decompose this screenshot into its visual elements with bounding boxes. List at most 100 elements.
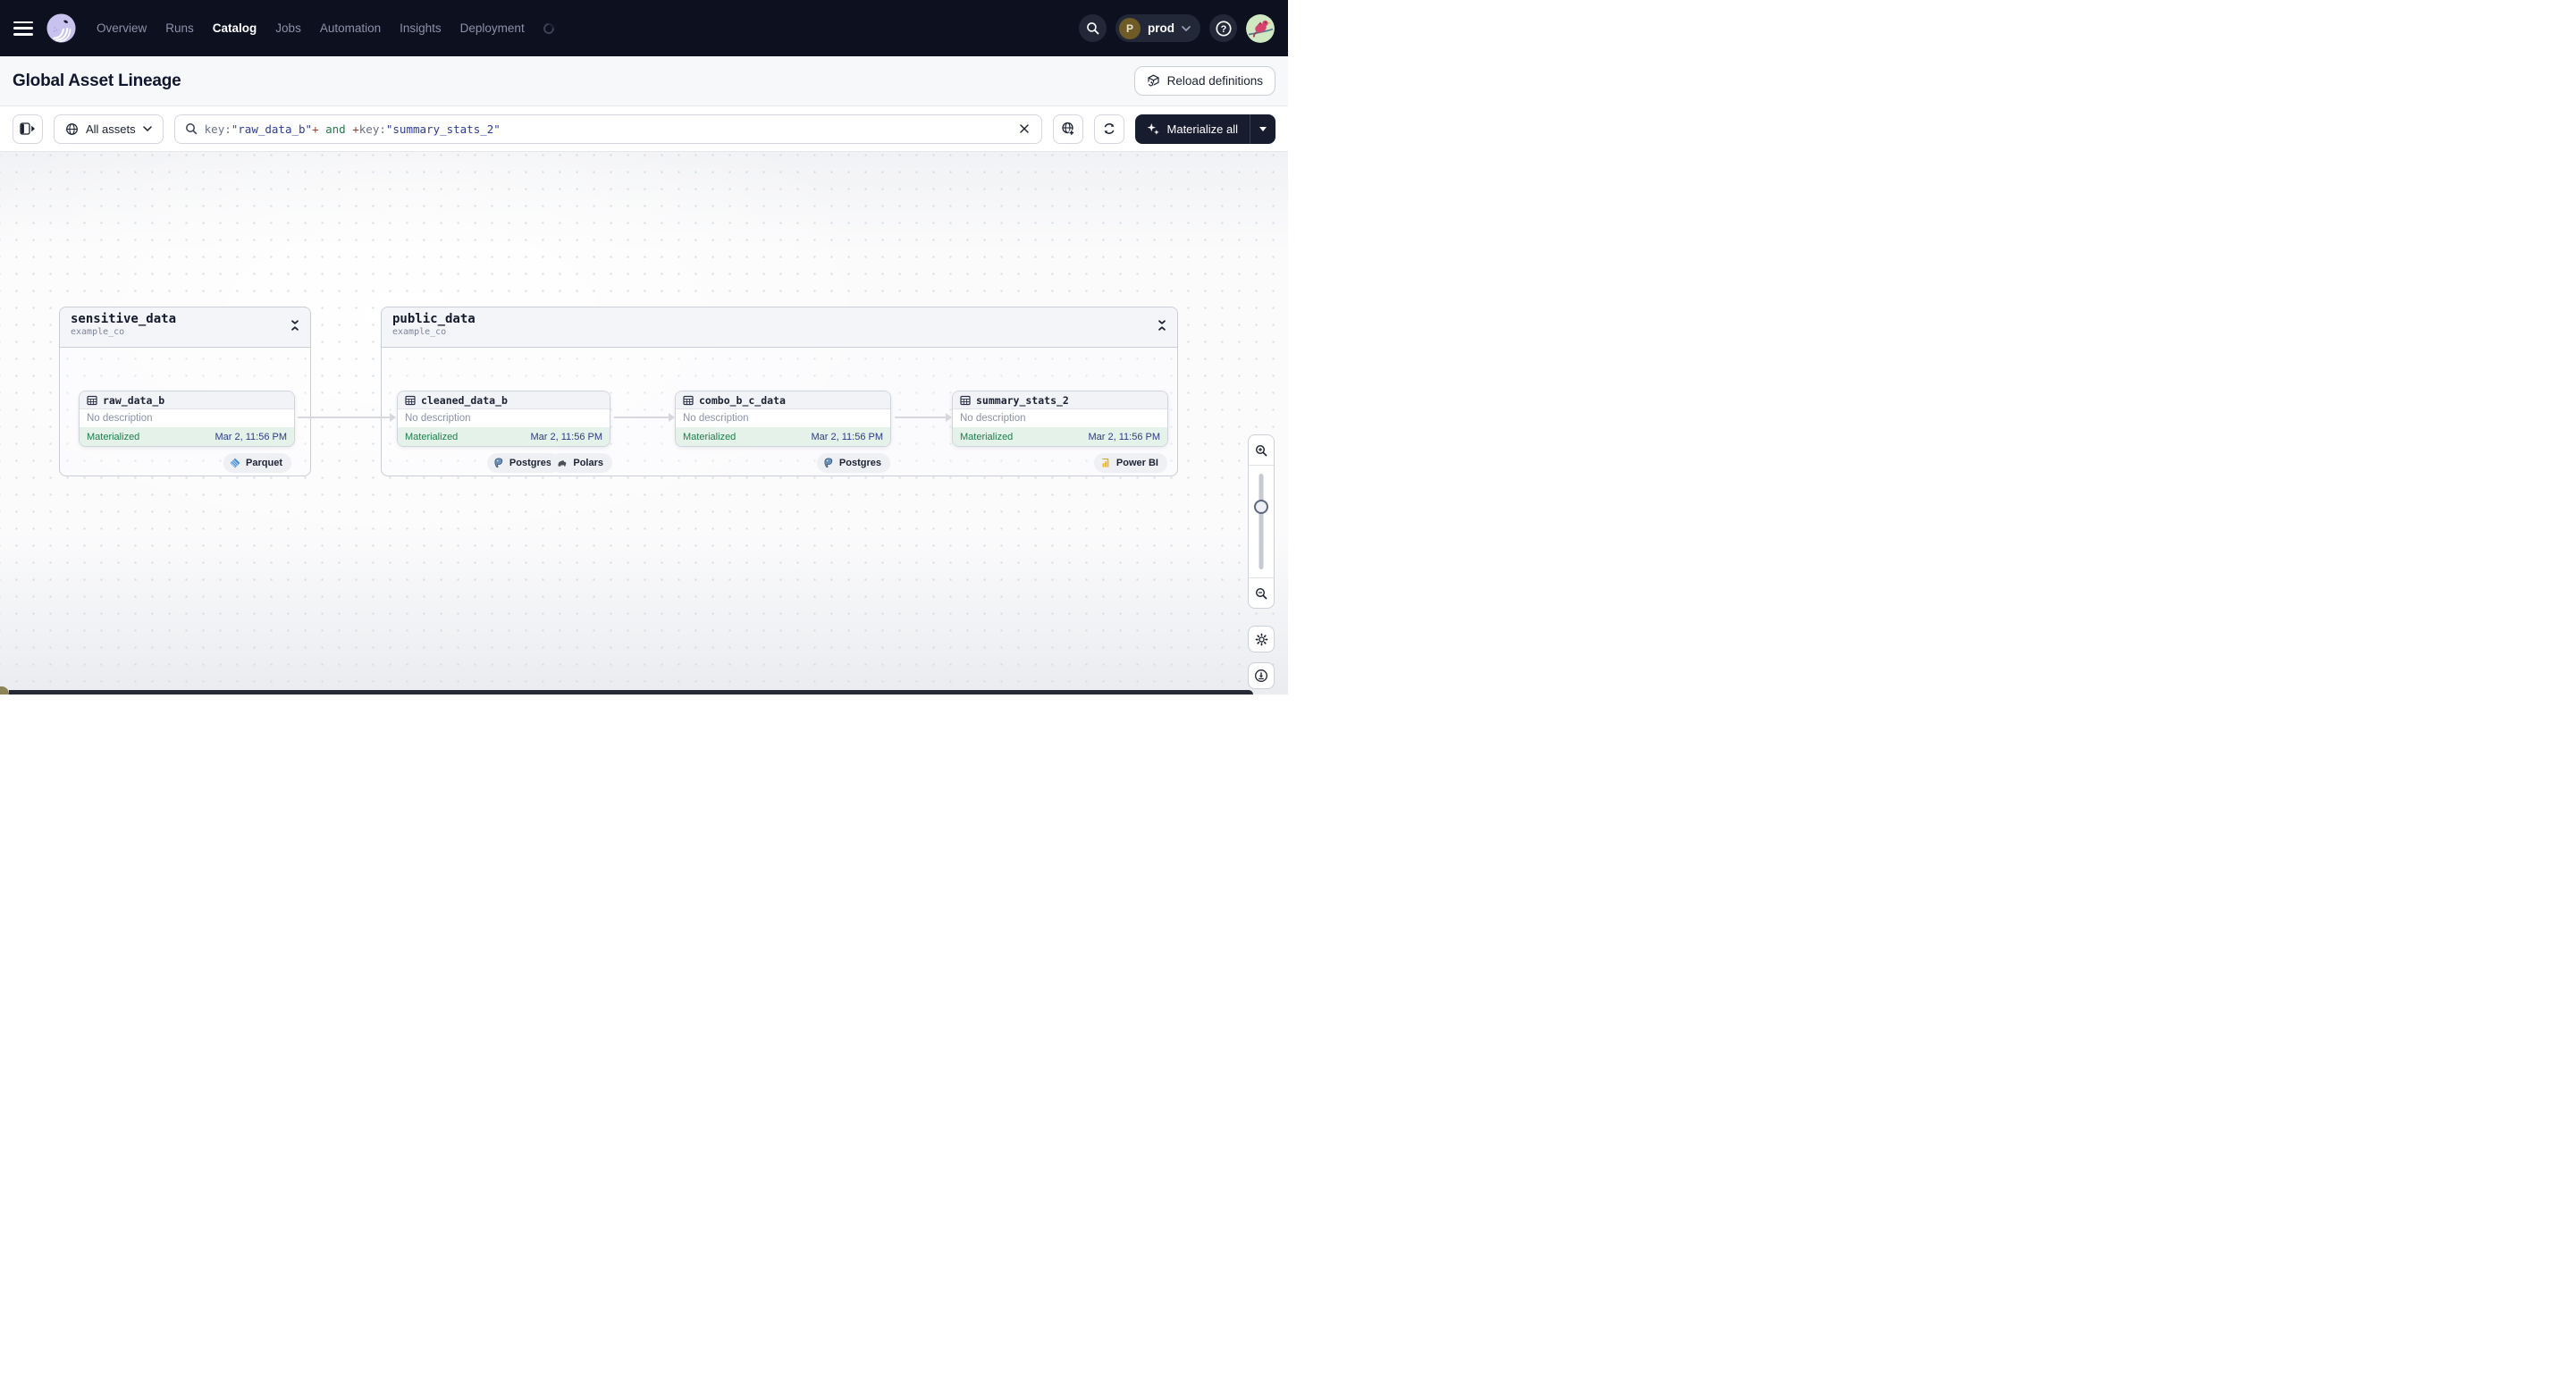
search-button[interactable] [1079, 14, 1107, 42]
group-location: example_co [392, 327, 447, 337]
kind-tag-polars[interactable]: Polars [551, 453, 612, 473]
group-name: sensitive_data [71, 312, 177, 326]
kind-tag-postgres[interactable]: Postgres [816, 453, 890, 473]
table-icon [405, 395, 416, 405]
zoom-slider[interactable] [1249, 465, 1274, 578]
asset-node-header: cleaned_data_b [398, 391, 610, 409]
materialize-options-button[interactable] [1250, 114, 1275, 144]
reload-definitions-button[interactable]: Reload definitions [1133, 66, 1275, 96]
nav-item-catalog[interactable]: Catalog [213, 21, 257, 35]
asset-name: combo_b_c_data [699, 393, 786, 407]
search-icon [1087, 22, 1099, 35]
nav-item-overview[interactable]: Overview [97, 21, 147, 35]
kind-tag-label: Polars [573, 458, 603, 468]
asset-status-row: Materialized Mar 2, 11:56 PM [80, 427, 294, 446]
kind-tag-postgres[interactable]: Postgres [486, 453, 560, 473]
lineage-canvas[interactable]: sensitive_data example_co public_data ex… [0, 152, 1288, 694]
kind-tag-power-bi[interactable]: Power BI [1093, 453, 1167, 473]
download-image-button[interactable] [1248, 662, 1275, 689]
materialized-timestamp: Mar 2, 11:56 PM [1088, 431, 1161, 442]
page-title: Global Asset Lineage [13, 71, 181, 90]
kind-tag-label: Power BI [1115, 458, 1158, 468]
asset-node-combo-b-c-data[interactable]: combo_b_c_data No description Materializ… [675, 391, 891, 447]
nav-links: Overview Runs Catalog Jobs Automation In… [97, 21, 557, 36]
asset-description: No description [683, 413, 749, 424]
sparkles-icon [1147, 122, 1159, 135]
zoom-slider-track[interactable] [1259, 474, 1264, 569]
nav-right: P prod ? [1079, 13, 1275, 43]
nav-item-automation[interactable]: Automation [320, 21, 381, 35]
menu-icon[interactable] [13, 21, 33, 36]
search-query-text: key:"raw_data_b"+ and +key:"summary_stat… [204, 122, 501, 136]
asset-scope-label: All assets [86, 122, 136, 136]
asset-node-header: summary_stats_2 [953, 391, 1167, 409]
group-header[interactable]: sensitive_data example_co [60, 307, 310, 348]
zoom-in-button[interactable] [1249, 435, 1274, 465]
asset-scope-dropdown[interactable]: All assets [54, 114, 164, 144]
dagster-app: Overview Runs Catalog Jobs Automation In… [0, 0, 1288, 694]
asset-node-summary-stats-2[interactable]: summary_stats_2 No description Materiali… [952, 391, 1168, 447]
refresh-icon [1104, 123, 1114, 134]
globe-add-icon [1061, 122, 1074, 136]
asset-status-row: Materialized Mar 2, 11:56 PM [398, 427, 610, 446]
refresh-button[interactable] [1093, 114, 1124, 144]
collapse-group-icon[interactable] [1158, 320, 1166, 331]
nav-item-jobs[interactable]: Jobs [275, 21, 301, 35]
asset-name: cleaned_data_b [421, 393, 508, 407]
polars-icon [558, 460, 567, 467]
asset-status-row: Materialized Mar 2, 11:56 PM [676, 427, 890, 446]
clear-search-button[interactable] [1015, 120, 1033, 138]
close-icon [1019, 124, 1029, 133]
toggle-sidebar-button[interactable] [13, 114, 43, 144]
materialize-all-main[interactable]: Materialize all [1135, 114, 1250, 144]
expand-scope-button[interactable] [1052, 114, 1083, 144]
asset-name: raw_data_b [103, 393, 165, 407]
zoom-slider-handle[interactable] [1254, 500, 1268, 514]
dagster-logo-icon[interactable] [46, 13, 77, 44]
table-icon [960, 395, 971, 405]
asset-node-raw-data-b[interactable]: raw_data_b No description Materialized M… [79, 391, 295, 447]
top-nav: Overview Runs Catalog Jobs Automation In… [0, 0, 1288, 56]
status-badge: Materialized [960, 431, 1014, 442]
asset-node-cleaned-data-b[interactable]: cleaned_data_b No description Materializ… [397, 391, 610, 447]
asset-node-header: combo_b_c_data [676, 391, 890, 409]
chevron-down-icon [1182, 25, 1191, 31]
materialized-timestamp: Mar 2, 11:56 PM [811, 431, 884, 442]
collapse-group-icon[interactable] [290, 320, 299, 331]
table-icon [87, 395, 97, 405]
bottom-bar [9, 690, 1253, 694]
table-icon [683, 395, 694, 405]
environment-initial-badge: P [1119, 17, 1141, 39]
page-header: Global Asset Lineage Reload definitions [0, 56, 1288, 106]
group-name: public_data [392, 312, 476, 326]
nav-item-deployment[interactable]: Deployment [460, 21, 525, 35]
status-badge: Materialized [405, 431, 459, 442]
edge-cleaned-to-combo [614, 413, 675, 422]
asset-description: No description [405, 413, 471, 424]
asset-node-header: raw_data_b [80, 391, 294, 409]
kind-tag-parquet[interactable]: Parquet [223, 453, 291, 473]
group-header[interactable]: public_data example_co [382, 307, 1177, 348]
help-icon: ? [1215, 20, 1232, 37]
asset-search-input[interactable]: key:"raw_data_b"+ and +key:"summary_stat… [173, 114, 1042, 144]
materialize-all-button[interactable]: Materialize all [1134, 114, 1275, 144]
materialized-timestamp: Mar 2, 11:56 PM [530, 431, 603, 442]
zoom-out-icon [1255, 587, 1267, 599]
chevron-down-icon [142, 126, 152, 131]
user-avatar[interactable] [1246, 13, 1275, 43]
nav-item-insights[interactable]: Insights [400, 21, 442, 35]
zoom-in-icon [1255, 444, 1267, 456]
edge-raw-to-cleaned [298, 413, 396, 422]
dropdown-caret-icon [1259, 126, 1267, 131]
zoom-out-button[interactable] [1249, 578, 1274, 608]
nav-item-runs[interactable]: Runs [165, 21, 194, 35]
asset-status-row: Materialized Mar 2, 11:56 PM [953, 427, 1167, 446]
environment-switcher[interactable]: P prod [1115, 14, 1200, 42]
lineage-toolbar: All assets key:"raw_data_b"+ and +key:"s… [0, 106, 1288, 152]
powerbi-icon [1102, 458, 1109, 467]
help-button[interactable]: ? [1209, 14, 1237, 42]
asset-name: summary_stats_2 [976, 393, 1069, 407]
edge-combo-to-summary [895, 413, 952, 422]
graph-settings-button[interactable] [1248, 626, 1275, 652]
loading-spinner-icon [541, 21, 557, 36]
